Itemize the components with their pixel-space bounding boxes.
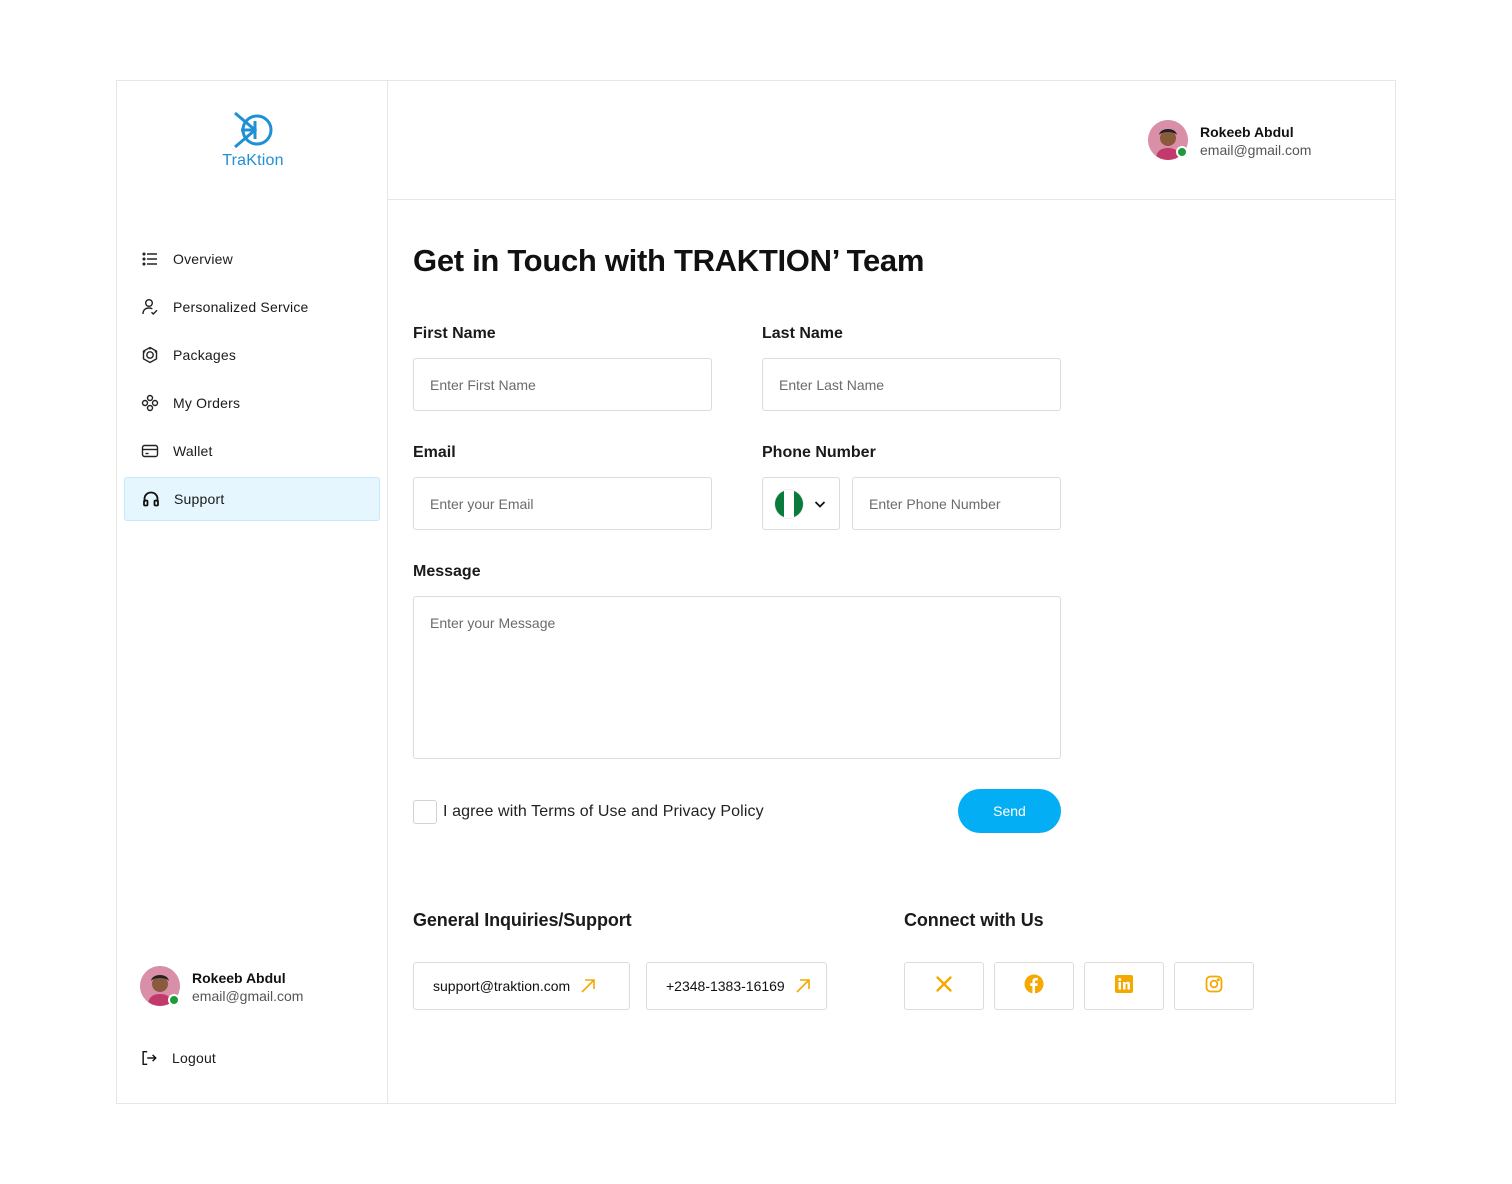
facebook-icon xyxy=(1024,974,1044,999)
list-icon xyxy=(141,250,159,268)
first-name-input[interactable] xyxy=(413,358,712,411)
country-code-select[interactable] xyxy=(762,477,840,530)
top-header: Rokeeb Abdul email@gmail.com xyxy=(388,81,1395,200)
support-phone: +2348-1383-16169 xyxy=(666,978,785,994)
linkedin-icon xyxy=(1115,974,1133,998)
header-user-profile[interactable]: Rokeeb Abdul email@gmail.com xyxy=(1148,120,1348,162)
arrow-up-right-icon xyxy=(580,978,596,994)
last-name-label: Last Name xyxy=(762,325,843,342)
terms-text: I agree with Terms of Use and Privacy Po… xyxy=(443,803,764,820)
connect-section-title: Connect with Us xyxy=(904,910,1044,930)
sidebar-item-support[interactable]: Support xyxy=(124,477,380,521)
logout-label: Logout xyxy=(172,1050,217,1066)
logout-button[interactable]: Logout xyxy=(140,1046,216,1070)
headphones-icon xyxy=(142,490,160,508)
sidebar-nav: Overview Personalized Service Packages M… xyxy=(124,237,380,525)
main-content: Get in Touch with TRAKTION’ Team First N… xyxy=(388,200,1395,1103)
terms-agreement: I agree with Terms of Use and Privacy Po… xyxy=(413,799,764,825)
app-frame: TraKtion Overview Personalized Service P… xyxy=(116,80,1396,1104)
sidebar: TraKtion Overview Personalized Service P… xyxy=(117,81,388,1103)
send-button[interactable]: Send xyxy=(958,789,1061,833)
email-label: Email xyxy=(413,444,456,461)
message-label: Message xyxy=(413,563,481,580)
sidebar-item-personalized-service[interactable]: Personalized Service xyxy=(124,285,380,329)
support-email-link[interactable]: support@traktion.com xyxy=(413,962,630,1010)
support-section-title: General Inquiries/Support xyxy=(413,910,632,930)
support-phone-link[interactable]: +2348-1383-16169 xyxy=(646,962,827,1010)
online-status-indicator xyxy=(1176,146,1188,158)
page-title: Get in Touch with TRAKTION’ Team xyxy=(413,243,925,278)
package-icon xyxy=(141,346,159,364)
first-name-label: First Name xyxy=(413,325,496,342)
nigeria-flag-icon xyxy=(774,488,804,519)
user-email: email@gmail.com xyxy=(192,988,304,1004)
x-button[interactable] xyxy=(904,962,984,1010)
arrow-up-right-icon xyxy=(795,978,811,994)
brand-logo[interactable]: TraKtion xyxy=(221,111,285,171)
sidebar-item-label: Support xyxy=(174,491,225,507)
orders-icon xyxy=(141,394,159,412)
email-input[interactable] xyxy=(413,477,712,530)
user-name: Rokeeb Abdul xyxy=(1200,124,1294,140)
terms-checkbox[interactable] xyxy=(413,800,437,824)
x-icon xyxy=(935,975,953,998)
user-check-icon xyxy=(141,298,159,316)
last-name-input[interactable] xyxy=(762,358,1061,411)
message-textarea[interactable] xyxy=(413,596,1061,759)
online-status-indicator xyxy=(168,994,180,1006)
sidebar-item-label: Wallet xyxy=(173,443,213,459)
sidebar-user-profile[interactable]: Rokeeb Abdul email@gmail.com xyxy=(140,966,370,1008)
sidebar-item-label: Personalized Service xyxy=(173,299,309,315)
logo-text: TraKtion xyxy=(222,152,284,169)
sidebar-item-overview[interactable]: Overview xyxy=(124,237,380,281)
sidebar-item-label: Packages xyxy=(173,347,237,363)
instagram-icon xyxy=(1205,975,1223,998)
linkedin-button[interactable] xyxy=(1084,962,1164,1010)
phone-label: Phone Number xyxy=(762,444,876,461)
instagram-button[interactable] xyxy=(1174,962,1254,1010)
chevron-down-icon xyxy=(813,497,827,511)
sidebar-item-label: My Orders xyxy=(173,395,241,411)
sidebar-item-label: Overview xyxy=(173,251,233,267)
sidebar-item-packages[interactable]: Packages xyxy=(124,333,380,377)
traktion-logo-icon xyxy=(234,111,273,149)
phone-input[interactable] xyxy=(852,477,1061,530)
support-email: support@traktion.com xyxy=(433,978,571,994)
sidebar-item-wallet[interactable]: Wallet xyxy=(124,429,380,473)
user-name: Rokeeb Abdul xyxy=(192,970,286,986)
facebook-button[interactable] xyxy=(994,962,1074,1010)
logout-icon xyxy=(140,1049,158,1067)
sidebar-item-my-orders[interactable]: My Orders xyxy=(124,381,380,425)
user-email: email@gmail.com xyxy=(1200,142,1312,158)
wallet-icon xyxy=(141,442,159,460)
